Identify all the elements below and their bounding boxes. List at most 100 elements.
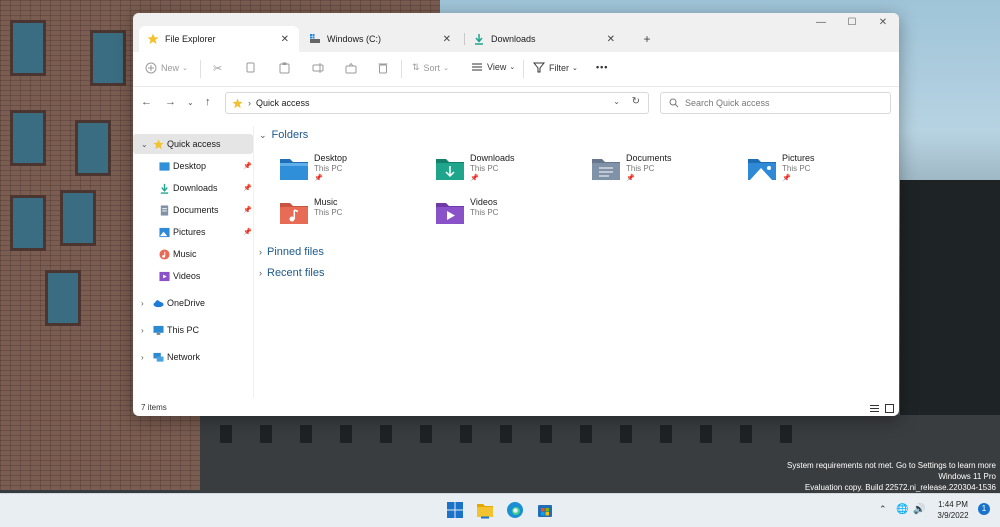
folder-location: This PC bbox=[782, 164, 811, 173]
navigation-pane: ⌄ Quick access Desktop 📌 Downloads 📌 Doc… bbox=[133, 126, 253, 398]
sidebar-item-onedrive[interactable]: › OneDrive bbox=[133, 293, 253, 313]
edge-browser-icon[interactable] bbox=[506, 501, 524, 519]
sidebar-item-label: Music bbox=[173, 249, 197, 259]
address-bar[interactable]: › Quick access ⌄ ↻ bbox=[225, 92, 649, 114]
close-tab-icon[interactable]: ✕ bbox=[443, 34, 451, 45]
cloud-icon bbox=[153, 299, 164, 307]
tab-file-explorer[interactable]: File Explorer ✕ bbox=[139, 26, 299, 52]
new-button[interactable]: New ⌄ bbox=[145, 62, 188, 74]
folders-heading: Folders bbox=[271, 129, 309, 141]
sidebar-item-this-pc[interactable]: › This PC bbox=[133, 320, 253, 340]
maximize-button[interactable]: ☐ bbox=[844, 17, 860, 31]
content-area: ⌄ Folders Desktop This PC 📌 Downloads Th… bbox=[259, 126, 895, 398]
tab-windows-c[interactable]: Windows (C:) ✕ bbox=[301, 26, 461, 52]
folder-videos[interactable]: Videos This PC bbox=[435, 197, 585, 237]
minimize-button[interactable]: — bbox=[813, 17, 829, 31]
desktop-folder-icon bbox=[280, 159, 308, 180]
speaker-volume-icon[interactable]: 🔊 bbox=[913, 504, 925, 515]
sidebar-item-music[interactable]: Music bbox=[133, 244, 253, 264]
forward-arrow-icon[interactable]: → bbox=[165, 96, 176, 108]
copy-button[interactable] bbox=[246, 62, 260, 74]
sidebar-item-downloads[interactable]: Downloads 📌 bbox=[133, 178, 253, 198]
file-explorer-taskbar-icon[interactable] bbox=[476, 501, 494, 519]
pin-icon: 📌 bbox=[782, 175, 791, 182]
folder-pictures[interactable]: Pictures This PC 📌 bbox=[747, 153, 897, 193]
sidebar-item-label: Network bbox=[167, 352, 201, 362]
search-box[interactable]: Search Quick access bbox=[660, 92, 891, 114]
taskbar: ⌃ 🌐 🔊 1:44 PM 3/9/2022 1 bbox=[0, 493, 1000, 527]
view-button[interactable]: View ⌄ bbox=[471, 62, 515, 72]
chevron-right-icon[interactable]: › bbox=[141, 326, 144, 335]
watermark-line-2: Windows 11 Pro bbox=[938, 472, 996, 481]
cut-button[interactable]: ✂ bbox=[213, 62, 222, 75]
address-path[interactable]: Quick access bbox=[256, 98, 310, 108]
folder-downloads[interactable]: Downloads This PC 📌 bbox=[435, 153, 585, 193]
videos-folder-icon bbox=[436, 203, 464, 224]
close-window-button[interactable]: ✕ bbox=[875, 17, 891, 31]
address-dropdown-icon[interactable]: ⌄ bbox=[613, 97, 620, 106]
delete-button[interactable] bbox=[378, 62, 392, 74]
pane-divider[interactable] bbox=[253, 126, 254, 398]
folder-desktop[interactable]: Desktop This PC 📌 bbox=[279, 153, 429, 193]
folder-location: This PC bbox=[626, 164, 655, 173]
new-tab-button[interactable]: + bbox=[633, 26, 661, 52]
pin-icon: 📌 bbox=[470, 175, 479, 182]
rename-icon bbox=[312, 63, 324, 73]
status-bar: 7 items bbox=[133, 401, 899, 416]
download-icon bbox=[475, 34, 483, 45]
chevron-right-icon[interactable]: › bbox=[141, 353, 144, 362]
recent-locations-chevron-icon[interactable]: ⌄ bbox=[187, 98, 194, 107]
folder-name: Documents bbox=[626, 153, 672, 163]
sidebar-item-label: Videos bbox=[173, 271, 201, 281]
star-icon bbox=[232, 97, 243, 108]
show-hidden-icons-chevron-icon[interactable]: ⌃ bbox=[879, 504, 887, 515]
sidebar-item-videos[interactable]: Videos bbox=[133, 266, 253, 286]
download-icon bbox=[160, 183, 169, 194]
chevron-right-icon[interactable]: › bbox=[141, 299, 144, 308]
folder-name: Downloads bbox=[470, 153, 515, 163]
sidebar-item-pictures[interactable]: Pictures 📌 bbox=[133, 222, 253, 242]
rename-button[interactable] bbox=[312, 62, 328, 74]
folders-section-header[interactable]: ⌄ Folders bbox=[259, 129, 308, 141]
star-icon bbox=[147, 33, 159, 44]
notification-badge[interactable]: 1 bbox=[978, 503, 990, 515]
folder-name: Music bbox=[314, 197, 338, 207]
sidebar-item-label: Documents bbox=[173, 205, 219, 215]
item-count: 7 items bbox=[141, 403, 167, 412]
more-options-button[interactable]: ••• bbox=[596, 62, 608, 72]
share-button[interactable] bbox=[345, 62, 361, 74]
paste-button[interactable] bbox=[279, 62, 294, 74]
sidebar-item-desktop[interactable]: Desktop 📌 bbox=[133, 156, 253, 176]
folder-music[interactable]: Music This PC bbox=[279, 197, 429, 237]
tiles-view-icon[interactable] bbox=[885, 404, 894, 413]
pinned-files-section-header[interactable]: › Pinned files bbox=[259, 246, 324, 258]
filter-button[interactable]: Filter ⌄ bbox=[533, 62, 578, 73]
windows-start-icon[interactable] bbox=[446, 501, 464, 519]
sidebar-item-quick-access[interactable]: ⌄ Quick access bbox=[133, 134, 253, 154]
details-view-icon[interactable] bbox=[870, 404, 879, 413]
up-arrow-icon[interactable]: ↑ bbox=[205, 96, 211, 108]
chevron-down-icon[interactable]: ⌄ bbox=[141, 140, 148, 149]
sort-button[interactable]: ⇅ Sort ⌄ bbox=[412, 62, 449, 73]
file-explorer-window: File Explorer ✕ Windows (C:) ✕ Downloads… bbox=[133, 13, 899, 416]
music-icon bbox=[159, 248, 170, 260]
plus-circle-icon bbox=[145, 62, 157, 74]
refresh-icon[interactable]: ↻ bbox=[632, 96, 640, 107]
sidebar-item-label: Quick access bbox=[167, 139, 221, 149]
close-tab-icon[interactable]: ✕ bbox=[281, 34, 289, 45]
back-arrow-icon[interactable]: ← bbox=[141, 96, 152, 108]
trash-icon bbox=[378, 63, 388, 74]
clock[interactable]: 1:44 PM 3/9/2022 bbox=[930, 499, 976, 521]
folder-documents[interactable]: Documents This PC 📌 bbox=[591, 153, 741, 193]
globe-network-icon[interactable]: 🌐 bbox=[896, 504, 908, 515]
folder-name: Desktop bbox=[314, 153, 348, 163]
activation-watermark: System requirements not met. Go to Setti… bbox=[787, 460, 996, 493]
tab-downloads[interactable]: Downloads ✕ bbox=[465, 26, 625, 52]
close-tab-icon[interactable]: ✕ bbox=[607, 34, 615, 45]
sidebar-item-documents[interactable]: Documents 📌 bbox=[133, 200, 253, 220]
store-icon[interactable] bbox=[536, 501, 554, 519]
tab-label: Downloads bbox=[491, 34, 536, 44]
sidebar-item-network[interactable]: › Network bbox=[133, 347, 253, 367]
recent-files-section-header[interactable]: › Recent files bbox=[259, 267, 324, 279]
folder-name: Videos bbox=[470, 197, 498, 207]
